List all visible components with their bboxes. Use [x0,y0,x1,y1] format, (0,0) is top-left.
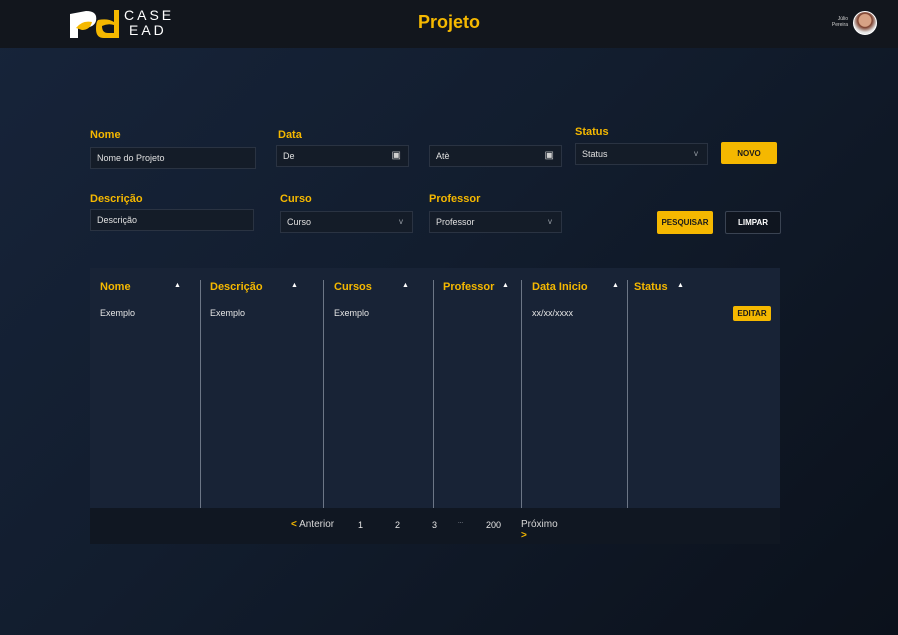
cell-nome: Exemplo [100,308,136,318]
nome-label: Nome [90,129,121,141]
sort-up-icon[interactable]: ▲ [174,282,181,289]
cell-cursos: Exemplo [334,308,370,318]
limpar-button[interactable]: LIMPAR [725,211,781,234]
column-divider [200,280,201,508]
sort-up-icon[interactable]: ▲ [402,282,409,289]
top-bar: CASE EAD Projeto Júlio Pereira [0,0,898,48]
cell-data-inicio: xx/xx/xxxx [532,308,574,318]
data-label: Data [278,129,302,141]
date-to-input[interactable]: Atè ▣ [429,145,562,167]
pagination-next[interactable]: Próximo > [521,519,558,541]
pagination: < Anterior 1 2 3 ... 200 Próximo > [90,508,780,544]
nome-input[interactable]: Nome do Projeto [90,147,256,169]
column-header-nome[interactable]: Nome [100,281,131,293]
column-header-cursos[interactable]: Cursos [334,281,372,293]
curso-select[interactable]: Curso v [280,211,413,233]
status-label: Status [575,126,609,138]
professor-select[interactable]: Professor v [429,211,562,233]
chevron-left-icon: < [291,519,297,530]
chevron-down-icon: v [399,217,403,226]
sort-up-icon[interactable]: ▲ [677,282,684,289]
sort-up-icon[interactable]: ▲ [612,282,619,289]
calendar-icon[interactable]: ▣ [392,146,401,166]
pagination-ellipsis: ... [458,519,464,525]
column-divider [521,280,522,508]
column-header-professor[interactable]: Professor [443,281,494,293]
novo-button[interactable]: NOVO [721,142,777,164]
editar-button[interactable]: EDITAR [733,306,771,321]
page-1[interactable]: 1 [358,520,363,530]
curso-label: Curso [280,193,312,205]
page-title: Projeto [417,12,480,32]
professor-label: Professor [429,193,481,205]
column-divider [627,280,628,508]
chevron-down-icon: v [694,149,698,158]
page-200[interactable]: 200 [486,520,501,530]
page-3[interactable]: 3 [432,520,437,530]
descricao-label: Descrição [90,193,143,205]
column-header-data-inicio[interactable]: Data Inicio [532,281,588,293]
column-divider [433,280,434,508]
column-divider [323,280,324,508]
calendar-icon[interactable]: ▣ [545,146,554,166]
pagination-prev[interactable]: < Anterior [291,519,334,530]
sort-up-icon[interactable]: ▲ [291,282,298,289]
projects-table: Nome ▲ Descrição ▲ Cursos ▲ Professor ▲ … [90,268,780,508]
avatar[interactable] [853,11,877,35]
chevron-right-icon: > [521,530,527,541]
date-from-input[interactable]: De ▣ [276,145,409,167]
status-select[interactable]: Status v [575,143,708,165]
pesquisar-button[interactable]: PESQUISAR [657,211,713,234]
chevron-down-icon: v [548,217,552,226]
user-name: Júlio Pereira [831,16,848,28]
page-2[interactable]: 2 [395,520,400,530]
cell-descricao: Exemplo [210,308,246,318]
column-header-descricao[interactable]: Descrição [210,281,263,293]
column-header-status[interactable]: Status [634,281,668,293]
sort-up-icon[interactable]: ▲ [502,282,509,289]
descricao-input[interactable]: Descrição [90,209,254,231]
